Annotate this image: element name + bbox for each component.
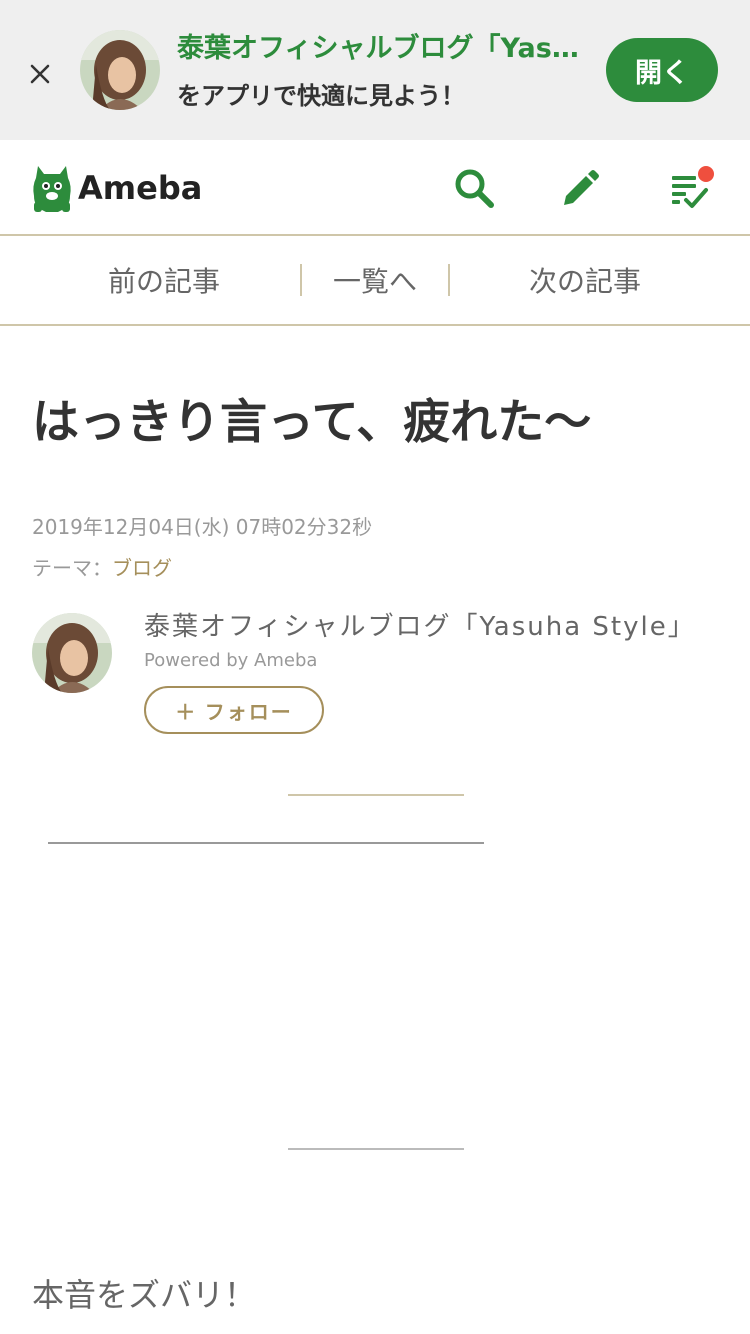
- search-icon[interactable]: [452, 166, 496, 210]
- site-header: Ameba: [0, 140, 750, 236]
- article-pager: 前の記事 一覧へ 次の記事: [0, 236, 750, 326]
- open-app-button[interactable]: 開く: [606, 38, 718, 102]
- pencil-icon[interactable]: [558, 166, 602, 210]
- author-avatar[interactable]: [32, 613, 112, 693]
- section-divider: [288, 794, 464, 796]
- next-article-link[interactable]: 次の記事: [450, 236, 720, 324]
- app-banner: 泰葉オフィシャルブログ「Yasuha Style」 をアプリで快適に見よう！ 開…: [0, 0, 750, 140]
- follow-button[interactable]: ＋ フォロー: [144, 686, 324, 734]
- author-name[interactable]: 泰葉オフィシャルブログ「Yasuha Style」: [144, 608, 696, 646]
- article-list-link[interactable]: 一覧へ: [302, 236, 448, 324]
- banner-title: 泰葉オフィシャルブログ「Yasuha Style」: [177, 33, 592, 64]
- powered-by: Powered by Ameba: [144, 650, 318, 671]
- article-title: はっきり言って、疲れた〜: [32, 395, 592, 450]
- content-divider: [48, 842, 484, 844]
- article-date: 2019年12月04日(水) 07時02分32秒: [32, 515, 373, 539]
- banner-avatar: [80, 30, 160, 110]
- logo-text: Ameba: [78, 169, 203, 207]
- theme-prefix: テーマ：: [32, 556, 112, 580]
- prev-article-link[interactable]: 前の記事: [30, 236, 298, 324]
- banner-subtitle: をアプリで快適に見よう！: [177, 82, 465, 110]
- ameba-mascot-icon: [33, 166, 71, 212]
- close-icon[interactable]: [22, 56, 58, 92]
- article-theme: テーマ：ブログ: [32, 553, 172, 583]
- section-divider: [288, 1148, 464, 1150]
- notification-badge: [698, 166, 714, 182]
- theme-link[interactable]: ブログ: [112, 556, 172, 580]
- article-body-text: 本音をズバリ！: [32, 1276, 257, 1314]
- ameba-logo[interactable]: Ameba: [30, 162, 202, 214]
